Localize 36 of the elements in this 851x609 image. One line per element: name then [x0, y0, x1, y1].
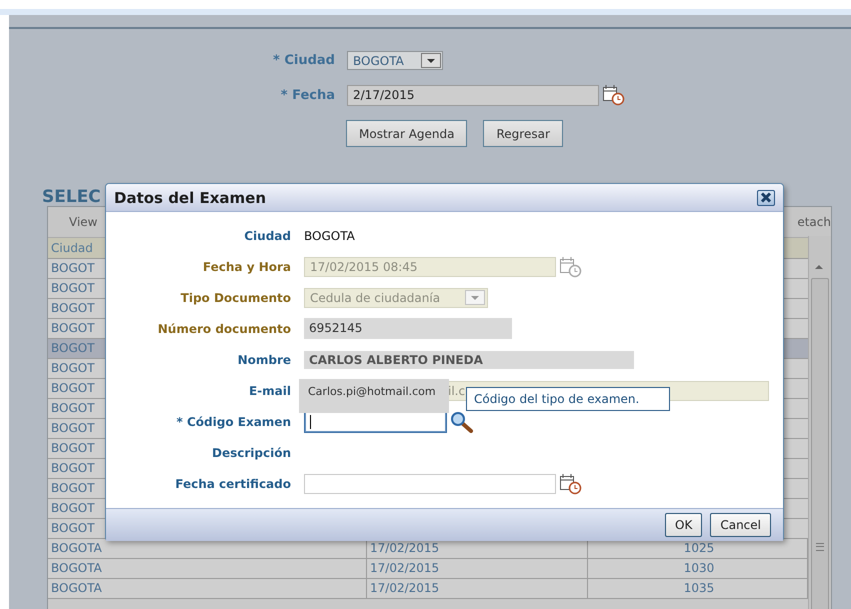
field-label: Ciudad: [243, 228, 291, 242]
field-label: * Fecha: [280, 88, 335, 102]
tooltip: Código del tipo de examen.: [466, 387, 670, 411]
readonly-field: 6952145: [304, 318, 512, 339]
close-icon[interactable]: [757, 190, 775, 206]
field-value: BOGOTA: [304, 228, 355, 242]
city-dropdown[interactable]: BOGOTA: [347, 51, 443, 70]
date-field[interactable]: [304, 474, 556, 494]
field-label: Descripción: [211, 446, 291, 460]
autocomplete-suggestion[interactable]: Carlos.pi@hotmail.com: [299, 379, 449, 413]
scroll-thumb[interactable]: [811, 278, 829, 609]
calendar-icon[interactable]: [602, 84, 625, 106]
search-icon[interactable]: [450, 410, 474, 432]
table-cell: BOGOTA: [48, 559, 367, 578]
table-cell: BOGOTA: [48, 579, 367, 598]
action-button[interactable]: Mostrar Agenda: [346, 120, 468, 147]
section-title: SELEC: [42, 188, 101, 206]
table-cell: 17/02/2015: [367, 579, 588, 598]
action-button[interactable]: Regresar: [483, 120, 563, 147]
field-label: E-mail: [248, 384, 291, 398]
field-label: Fecha y Hora: [202, 260, 291, 274]
field-label: Fecha certificado: [174, 476, 291, 490]
field-label: * Ciudad: [272, 53, 335, 68]
scrollbar[interactable]: [808, 236, 831, 609]
dialog-title: Datos del Examen: [114, 188, 266, 206]
field-label: Número documento: [156, 322, 291, 336]
grip-icon: [816, 543, 824, 551]
date-field: 17/02/2015 08:45: [304, 256, 556, 276]
calendar-icon[interactable]: [559, 472, 582, 494]
date-field[interactable]: 2/17/2015: [347, 84, 599, 106]
toolbar-item[interactable]: etach: [797, 215, 831, 229]
table-cell: 17/02/2015: [367, 559, 588, 578]
dialog-button[interactable]: OK: [665, 513, 702, 537]
dialog-button[interactable]: Cancel: [710, 513, 771, 537]
toolbar-item[interactable]: View: [69, 215, 98, 229]
readonly-field: CARLOS ALBERTO PINEDA: [304, 350, 634, 368]
